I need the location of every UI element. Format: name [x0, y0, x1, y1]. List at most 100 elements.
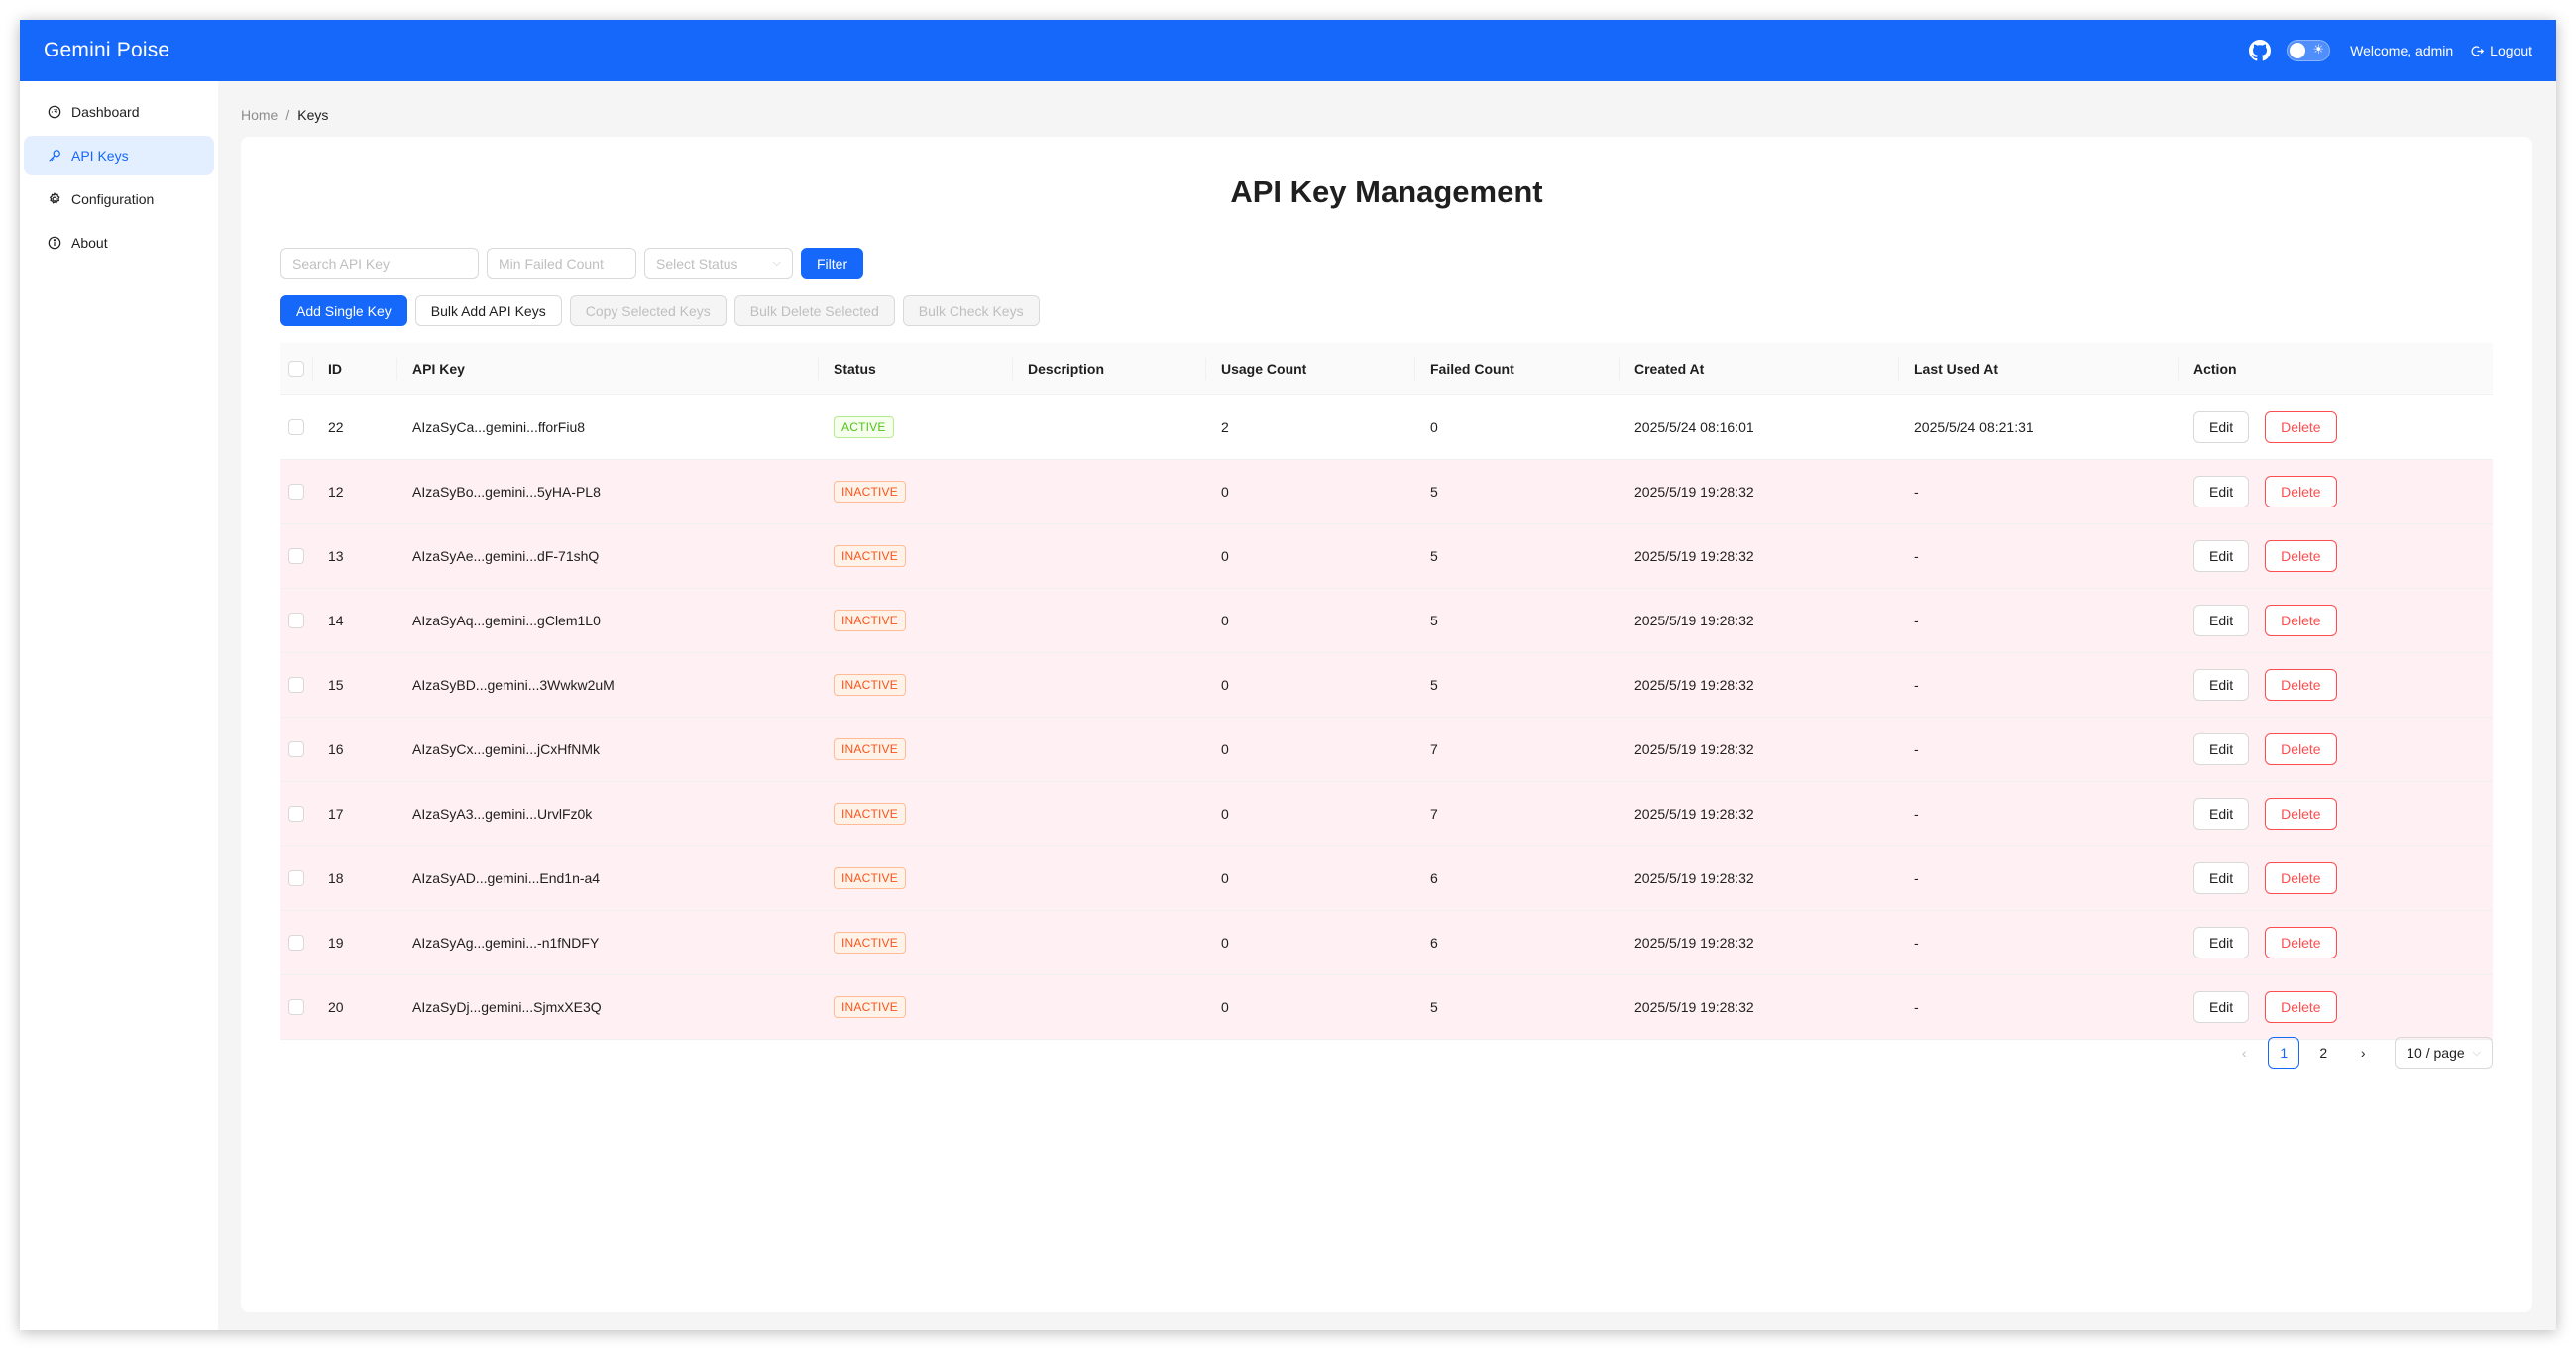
- cell-failed-count: 5: [1430, 613, 1438, 628]
- top-navbar: Gemini Poise ☀ Welcome, admin Logout: [20, 20, 2556, 81]
- edit-button[interactable]: Edit: [2193, 669, 2250, 701]
- edit-button[interactable]: Edit: [2193, 605, 2250, 636]
- cell-status: INACTIVE: [818, 846, 1012, 910]
- select-all-checkbox[interactable]: [288, 361, 304, 377]
- row-checkbox[interactable]: [288, 613, 304, 628]
- page-size-select[interactable]: 10 / page ⌵: [2395, 1037, 2493, 1069]
- row-checkbox[interactable]: [288, 935, 304, 951]
- column-header: Action: [2178, 343, 2493, 394]
- chevron-down-icon: ⌵: [2472, 1046, 2481, 1059]
- row-select: [280, 460, 312, 523]
- add-single-key-button[interactable]: Add Single Key: [280, 295, 407, 326]
- bulk-check-keys-button[interactable]: Bulk Check Keys: [902, 295, 1040, 326]
- cell-failed-count: 5: [1430, 484, 1438, 500]
- sidebar-item-api-keys[interactable]: API Keys: [24, 136, 214, 175]
- delete-button[interactable]: Delete: [2265, 605, 2337, 636]
- row-checkbox[interactable]: [288, 677, 304, 693]
- delete-button[interactable]: Delete: [2265, 540, 2337, 572]
- cell-failed-count: 0: [1430, 419, 1438, 435]
- edit-button[interactable]: Edit: [2193, 476, 2250, 507]
- cell-api-key: AIzaSyBo...gemini...5yHA-PL8: [412, 484, 601, 500]
- github-icon[interactable]: [2249, 40, 2272, 61]
- cell-usage-count: 0: [1221, 677, 1229, 693]
- prev-page-icon[interactable]: ‹: [2228, 1037, 2260, 1069]
- sidebar-item-about[interactable]: About: [24, 223, 214, 263]
- cell-last-used-at: -: [1914, 870, 1919, 886]
- edit-button[interactable]: Edit: [2193, 927, 2250, 958]
- row-checkbox[interactable]: [288, 870, 304, 886]
- row-checkbox[interactable]: [288, 999, 304, 1015]
- edit-button[interactable]: Edit: [2193, 411, 2250, 443]
- page-2[interactable]: 2: [2307, 1037, 2339, 1069]
- cell-actions: Edit Delete: [2178, 395, 2493, 459]
- copy-selected-keys-button[interactable]: Copy Selected Keys: [569, 295, 727, 326]
- cell-api-key: AIzaSyDj...gemini...SjmxXE3Q: [412, 999, 602, 1015]
- filter-button[interactable]: Filter: [801, 248, 864, 279]
- row-select: [280, 975, 312, 1039]
- toggle-knob: [2290, 43, 2306, 58]
- table-row: 12 AIzaSyBo...gemini...5yHA-PL8 INACTIVE 0 5…: [280, 460, 2493, 524]
- cell-created-at: 2025/5/19 19:28:32: [1634, 677, 1754, 693]
- header-actions: ☀ Welcome, admin Logout: [2249, 40, 2532, 61]
- delete-button[interactable]: Delete: [2265, 733, 2337, 765]
- row-checkbox[interactable]: [288, 548, 304, 564]
- cell-id: 15: [328, 677, 344, 693]
- edit-button[interactable]: Edit: [2193, 733, 2250, 765]
- edit-button[interactable]: Edit: [2193, 798, 2250, 830]
- row-checkbox[interactable]: [288, 806, 304, 822]
- status-select[interactable]: Select Status ⌵: [644, 248, 793, 279]
- sidebar-item-dashboard[interactable]: Dashboard: [24, 92, 214, 132]
- breadcrumb-home[interactable]: Home: [241, 107, 278, 123]
- info-icon: [48, 236, 61, 250]
- page-size-label: 10 / page: [2407, 1045, 2465, 1061]
- edit-button[interactable]: Edit: [2193, 862, 2250, 894]
- app-window: Gemini Poise ☀ Welcome, admin Logout Das…: [20, 20, 2556, 1330]
- cell-description: [1012, 718, 1205, 781]
- search-input[interactable]: [280, 248, 479, 279]
- edit-button[interactable]: Edit: [2193, 540, 2250, 572]
- cell-id: 12: [328, 484, 344, 500]
- cell-actions: Edit Delete: [2178, 653, 2493, 717]
- cell-id: 14: [328, 613, 344, 628]
- delete-button[interactable]: Delete: [2265, 476, 2337, 507]
- delete-button[interactable]: Delete: [2265, 991, 2337, 1023]
- delete-button[interactable]: Delete: [2265, 669, 2337, 701]
- cell-description: [1012, 911, 1205, 974]
- row-checkbox[interactable]: [288, 484, 304, 500]
- delete-button[interactable]: Delete: [2265, 411, 2337, 443]
- cell-last-used-at: 2025/5/24 08:21:31: [1914, 419, 2034, 435]
- content-card: API Key Management Select Status ⌵ Filte…: [241, 137, 2532, 1312]
- column-header: ID: [312, 343, 396, 394]
- cell-usage-count: 0: [1221, 870, 1229, 886]
- next-page-icon[interactable]: ›: [2347, 1037, 2379, 1069]
- edit-button[interactable]: Edit: [2193, 991, 2250, 1023]
- delete-button[interactable]: Delete: [2265, 862, 2337, 894]
- column-header: Created At: [1619, 343, 1898, 394]
- logout-button[interactable]: Logout: [2471, 43, 2532, 58]
- delete-button[interactable]: Delete: [2265, 798, 2337, 830]
- cell-last-used-at: -: [1914, 548, 1919, 564]
- bulk-add-keys-button[interactable]: Bulk Add API Keys: [414, 295, 562, 326]
- status-badge: INACTIVE: [834, 481, 906, 503]
- row-checkbox[interactable]: [288, 419, 304, 435]
- logout-label: Logout: [2490, 43, 2532, 58]
- dashboard-icon: [48, 105, 61, 119]
- row-select: [280, 846, 312, 910]
- cell-status: INACTIVE: [818, 718, 1012, 781]
- cell-failed-count: 5: [1430, 677, 1438, 693]
- bulk-delete-selected-button[interactable]: Bulk Delete Selected: [733, 295, 895, 326]
- page-title: API Key Management: [1230, 174, 1543, 209]
- column-header: Usage Count: [1205, 343, 1414, 394]
- cell-status: INACTIVE: [818, 524, 1012, 588]
- cell-created-at: 2025/5/19 19:28:32: [1634, 999, 1754, 1015]
- page-1[interactable]: 1: [2268, 1037, 2300, 1069]
- cell-created-at: 2025/5/19 19:28:32: [1634, 484, 1754, 500]
- sidebar-item-configuration[interactable]: Configuration: [24, 179, 214, 219]
- row-checkbox[interactable]: [288, 741, 304, 757]
- theme-toggle[interactable]: ☀: [2287, 40, 2331, 61]
- delete-button[interactable]: Delete: [2265, 927, 2337, 958]
- column-header: Failed Count: [1414, 343, 1619, 394]
- row-select: [280, 782, 312, 845]
- min-failed-count-input[interactable]: [487, 248, 636, 279]
- column-header: API Key: [396, 343, 818, 394]
